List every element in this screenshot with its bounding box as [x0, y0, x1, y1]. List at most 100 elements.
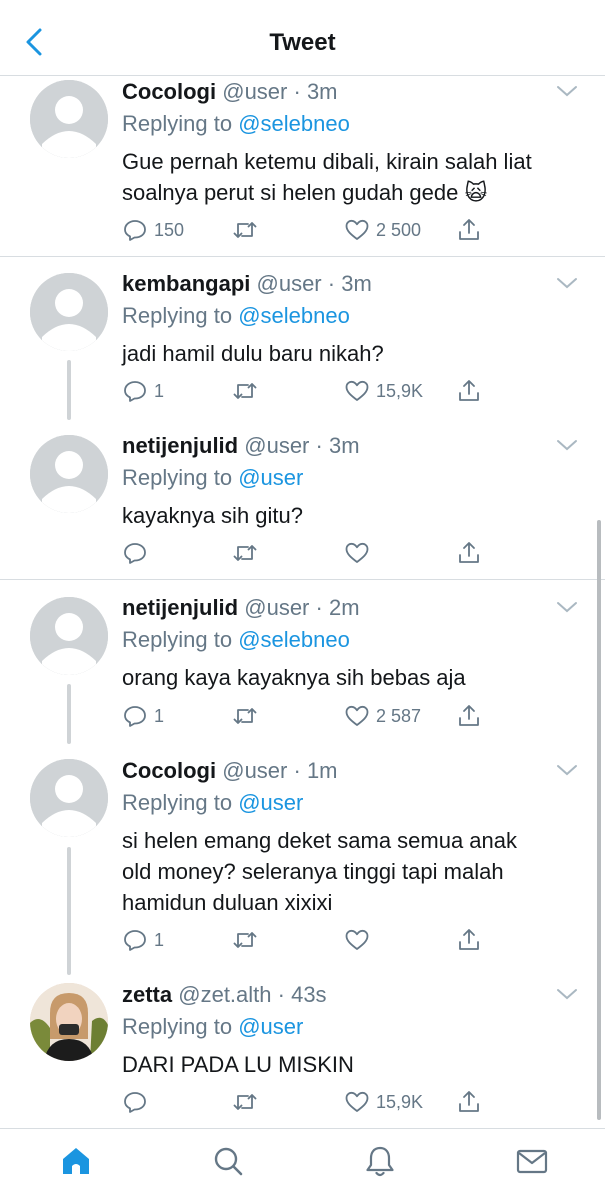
- thread-connector: [67, 360, 71, 420]
- like-button[interactable]: [344, 925, 376, 955]
- replying-to: Replying to @selebneo: [122, 303, 350, 328]
- tweet-header: kembangapi @user · 3m: [122, 270, 372, 298]
- retweet-button[interactable]: [232, 376, 264, 406]
- share-icon: [459, 929, 479, 950]
- heart-icon: [345, 542, 369, 563]
- share-icon: [459, 542, 479, 563]
- mention-link[interactable]: @user: [238, 790, 303, 815]
- retweet-button[interactable]: [232, 925, 264, 955]
- tweet-actions: 1 2 587: [122, 701, 502, 731]
- chevron-down-icon[interactable]: [554, 757, 580, 783]
- chevron-down-icon[interactable]: [554, 981, 580, 1007]
- retweet-button[interactable]: [232, 1087, 264, 1117]
- mention-link[interactable]: @user: [238, 1014, 303, 1039]
- avatar[interactable]: [30, 759, 108, 837]
- like-button[interactable]: 15,9K: [344, 1087, 423, 1117]
- display-name[interactable]: netijenjulid: [122, 433, 238, 458]
- mention-link[interactable]: @selebneo: [238, 111, 350, 136]
- mention-link[interactable]: @selebneo: [238, 303, 350, 328]
- share-icon: [459, 380, 479, 401]
- default-avatar-icon: [30, 273, 108, 351]
- mention-link[interactable]: @selebneo: [238, 627, 350, 652]
- tab-notifications[interactable]: [362, 1143, 398, 1179]
- tweet-header: zetta @zet.alth · 43s: [122, 981, 327, 1009]
- tab-home[interactable]: [58, 1143, 94, 1179]
- like-count: 2 587: [376, 705, 422, 726]
- thread-connector: [67, 684, 71, 744]
- avatar[interactable]: [30, 983, 108, 1061]
- share-button[interactable]: [456, 538, 482, 568]
- reply-icon: [124, 706, 146, 727]
- share-button[interactable]: [456, 376, 482, 406]
- replying-to: Replying to @selebneo: [122, 627, 350, 652]
- divider: [0, 579, 605, 580]
- tab-search[interactable]: [210, 1143, 246, 1179]
- like-count: 15,9K: [376, 380, 424, 401]
- heart-icon: [345, 380, 369, 401]
- search-icon: [214, 1147, 243, 1176]
- retweet-button[interactable]: [232, 215, 264, 245]
- share-button[interactable]: [456, 1087, 482, 1117]
- tweet-actions: 150 2 500: [122, 215, 502, 245]
- chevron-down-icon[interactable]: [554, 594, 580, 620]
- reply-button[interactable]: 1: [122, 376, 164, 406]
- display-name[interactable]: Cocologi: [122, 79, 216, 104]
- tweet-actions: 1: [122, 925, 502, 955]
- reply-icon: [124, 220, 146, 241]
- reply-button[interactable]: 1: [122, 701, 164, 731]
- reply-icon: [124, 381, 146, 402]
- reply-button[interactable]: [122, 538, 154, 568]
- avatar[interactable]: [30, 597, 108, 675]
- avatar[interactable]: [30, 435, 108, 513]
- like-button[interactable]: 15,9K: [344, 376, 423, 406]
- like-button[interactable]: [344, 538, 376, 568]
- share-button[interactable]: [456, 701, 482, 731]
- like-count: 2 500: [376, 219, 422, 240]
- display-name[interactable]: zetta: [122, 982, 172, 1007]
- tweet-text: jadi hamil dulu baru nikah?: [122, 341, 384, 366]
- profile-photo-icon: [30, 983, 108, 1061]
- retweet-icon: [233, 222, 257, 238]
- tweet-actions: 15,9K: [122, 1087, 502, 1117]
- reply-icon: [124, 543, 146, 564]
- tweet-actions: [122, 538, 502, 568]
- retweet-icon: [233, 545, 257, 561]
- like-button[interactable]: 2 587: [344, 701, 421, 731]
- thread-connector: [67, 847, 71, 975]
- tweet-actions: 1 15,9K: [122, 376, 502, 406]
- retweet-button[interactable]: [232, 538, 264, 568]
- share-button[interactable]: [456, 925, 482, 955]
- tweet-header: Cocologi @user · 3m: [122, 78, 338, 106]
- bell-icon: [366, 1146, 394, 1177]
- tweet-time: · 1m: [293, 758, 338, 783]
- like-button[interactable]: 2 500: [344, 215, 421, 245]
- share-button[interactable]: [456, 215, 482, 245]
- avatar[interactable]: [30, 273, 108, 351]
- heart-icon: [345, 705, 369, 726]
- default-avatar-icon: [30, 759, 108, 837]
- tweet-time: · 3m: [327, 271, 372, 296]
- chevron-down-icon[interactable]: [554, 78, 580, 104]
- reply-button[interactable]: 150: [122, 215, 184, 245]
- tweet-time: · 3m: [293, 79, 338, 104]
- user-handle: @user: [222, 758, 288, 783]
- divider: [0, 256, 605, 257]
- retweet-icon: [233, 932, 257, 948]
- mention-link[interactable]: @user: [238, 465, 303, 490]
- display-name[interactable]: Cocologi: [122, 758, 216, 783]
- reply-button[interactable]: 1: [122, 925, 164, 955]
- reply-button[interactable]: [122, 1087, 154, 1117]
- scrollbar[interactable]: [597, 520, 601, 1120]
- display-name[interactable]: kembangapi: [122, 271, 250, 296]
- mail-icon: [516, 1149, 548, 1174]
- retweet-button[interactable]: [232, 701, 264, 731]
- avatar[interactable]: [30, 80, 108, 158]
- tab-messages[interactable]: [514, 1143, 550, 1179]
- reply-count: 1: [154, 929, 165, 950]
- replying-to: Replying to @user: [122, 1014, 304, 1039]
- heart-icon: [345, 219, 369, 240]
- chevron-down-icon[interactable]: [554, 270, 580, 296]
- display-name[interactable]: netijenjulid: [122, 595, 238, 620]
- tweet-text: si helen emang deket sama semua anak old…: [122, 828, 518, 915]
- chevron-down-icon[interactable]: [554, 432, 580, 458]
